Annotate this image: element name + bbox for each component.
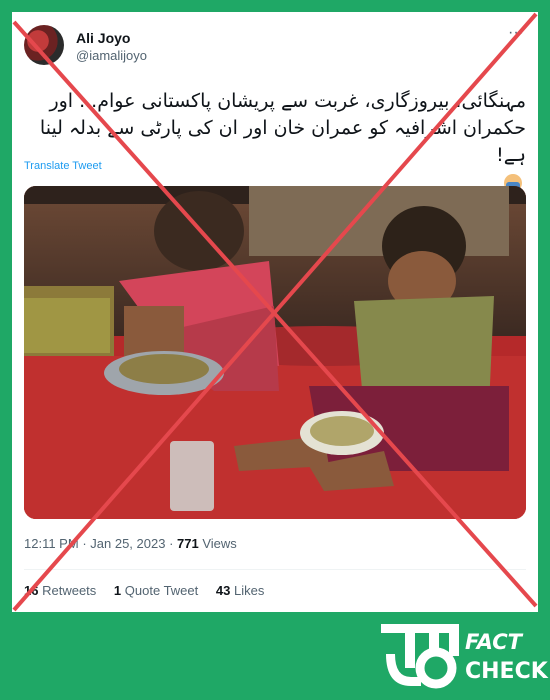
avatar[interactable] xyxy=(24,25,64,65)
retweets-stat[interactable]: 16 Retweets xyxy=(24,583,96,598)
tweet-text-line: مہنگائی، بیروزگاری، غربت سے پریشان پاکست… xyxy=(49,90,526,112)
translate-tweet-link[interactable]: Translate Tweet xyxy=(24,160,102,172)
views-label: Views xyxy=(202,536,237,551)
retweets-count: 16 xyxy=(24,583,39,598)
fact-check-logo: FACT CHECK xyxy=(381,624,548,690)
views-count: 771 xyxy=(177,536,199,551)
tweet-time[interactable]: 12:11 PM xyxy=(24,536,79,551)
timestamp-row: 12:11 PM · Jan 25, 2023 · 771 Views xyxy=(24,536,237,551)
tweet-card: Ali Joyo @iamalijoyo ··· مہنگائی، بیروزگ… xyxy=(12,12,538,612)
likes-label: Likes xyxy=(233,583,265,598)
stats-row: 16 Retweets 1 Quote Tweet 43 Likes xyxy=(24,583,278,598)
divider xyxy=(24,569,526,570)
tweet-photo[interactable] xyxy=(24,186,526,519)
quote-label: Quote Tweet xyxy=(124,583,199,598)
brand-line-fact: FACT xyxy=(465,630,522,654)
quote-tweets-stat[interactable]: 1 Quote Tweet xyxy=(114,583,198,598)
quote-count: 1 xyxy=(113,583,122,598)
author-name[interactable]: Ali Joyo xyxy=(76,30,130,46)
tweet-text: مہنگائی، بیروزگاری، غربت سے پریشان پاکست… xyxy=(24,88,526,196)
retweets-label: Retweets xyxy=(42,583,97,598)
likes-stat[interactable]: 43 Likes xyxy=(216,583,264,598)
brand-line-check: CHECK xyxy=(465,659,548,684)
fact-check-logo-mark-icon xyxy=(381,624,459,689)
author-handle[interactable]: @iamalijoyo xyxy=(76,48,147,63)
likes-count: 43 xyxy=(215,583,231,598)
more-icon[interactable]: ··· xyxy=(506,25,526,44)
tweet-date[interactable]: Jan 25, 2023 xyxy=(90,536,165,551)
tweet-text-line-content: حکمران اشرافیہ کو عمران خان اور ان کی پا… xyxy=(39,117,526,166)
